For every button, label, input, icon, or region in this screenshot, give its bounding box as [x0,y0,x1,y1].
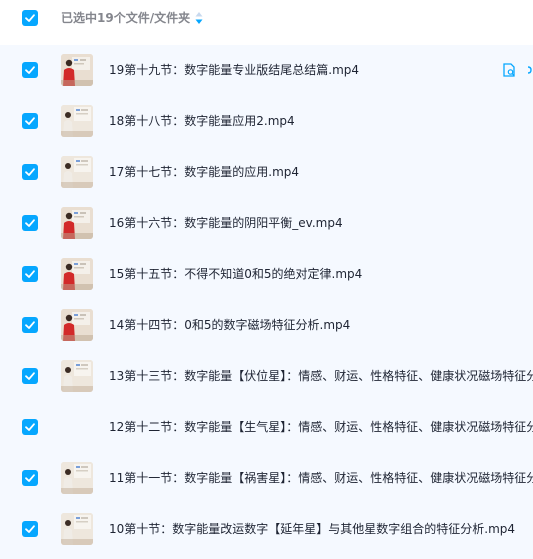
file-checkbox[interactable] [22,215,38,231]
copy-file-icon[interactable] [503,63,515,77]
check-icon [25,270,35,278]
video-thumbnail [61,411,93,443]
file-row[interactable]: 12第十二节：数字能量【生气星】：情感、财运、性格特征、健康状况磁场特征分 [0,402,533,453]
check-icon [25,168,35,176]
file-row[interactable]: 14第十四节：0和5的数字磁场特征分析.mp4 [0,300,533,351]
file-name[interactable]: 11第十一节：数字能量【祸害星】：情感、财运、性格特征、健康状况磁场特征分 [109,468,533,488]
video-thumbnail [61,54,93,86]
selection-count-text: 已选中19个文件/文件夹 [61,11,191,25]
sort-icon[interactable] [194,11,204,25]
file-row[interactable]: 18第十八节：数字能量应用2.mp4 [0,96,533,147]
file-name[interactable]: 10第十节：数字能量改运数字【延年星】与其他星数字组合的特征分析.mp4 [109,519,515,539]
link-icon[interactable] [527,66,532,74]
file-checkbox[interactable] [22,266,38,282]
file-name[interactable]: 18第十八节：数字能量应用2.mp4 [109,111,295,131]
file-name[interactable]: 15第十五节：不得不知道0和5的绝对定律.mp4 [109,264,362,284]
select-all-checkbox[interactable] [22,10,38,26]
file-row[interactable]: 10第十节：数字能量改运数字【延年星】与其他星数字组合的特征分析.mp4 [0,504,533,555]
file-name[interactable]: 14第十四节：0和5的数字磁场特征分析.mp4 [109,315,350,335]
file-row[interactable]: 16第十六节：数字能量的阴阳平衡_ev.mp4 [0,198,533,249]
file-row[interactable]: 11第十一节：数字能量【祸害星】：情感、财运、性格特征、健康状况磁场特征分 [0,453,533,504]
file-checkbox[interactable] [22,521,38,537]
file-row[interactable]: 15第十五节：不得不知道0和5的绝对定律.mp4 [0,249,533,300]
video-thumbnail [61,360,93,392]
check-icon [25,372,35,380]
file-row[interactable]: 13第十三节：数字能量【伏位星】：情感、财运、性格特征、健康状况磁场特征分 [0,351,533,402]
file-name[interactable]: 13第十三节：数字能量【伏位星】：情感、财运、性格特征、健康状况磁场特征分 [109,366,533,386]
file-name[interactable]: 17第十七节：数字能量的应用.mp4 [109,162,299,182]
video-thumbnail [61,105,93,137]
file-name[interactable]: 19第十九节：数字能量专业版结尾总结篇.mp4 [109,60,359,80]
video-thumbnail [61,309,93,341]
file-checkbox[interactable] [22,470,38,486]
video-thumbnail [61,207,93,239]
video-thumbnail [61,462,93,494]
check-icon [25,14,35,22]
check-icon [25,423,35,431]
check-icon [25,474,35,482]
video-thumbnail [61,258,93,290]
file-checkbox[interactable] [22,368,38,384]
file-checkbox[interactable] [22,317,38,333]
file-list: 19第十九节：数字能量专业版结尾总结篇.mp4 18第十八节：数字能量应用2.mp… [0,45,533,559]
file-name[interactable]: 12第十二节：数字能量【生气星】：情感、财运、性格特征、健康状况磁场特征分 [109,417,533,437]
row-actions [501,61,533,79]
file-row[interactable]: 19第十九节：数字能量专业版结尾总结篇.mp4 [0,45,533,96]
check-icon [25,321,35,329]
file-name[interactable]: 16第十六节：数字能量的阴阳平衡_ev.mp4 [109,213,343,233]
file-checkbox[interactable] [22,113,38,129]
check-icon [25,117,35,125]
video-thumbnail [61,156,93,188]
file-checkbox[interactable] [22,419,38,435]
check-icon [25,525,35,533]
selection-header: 已选中19个文件/文件夹 [0,0,533,38]
file-row[interactable]: 17第十七节：数字能量的应用.mp4 [0,147,533,198]
check-icon [25,219,35,227]
file-checkbox[interactable] [22,164,38,180]
file-checkbox[interactable] [22,62,38,78]
check-icon [25,66,35,74]
video-thumbnail [61,513,93,545]
